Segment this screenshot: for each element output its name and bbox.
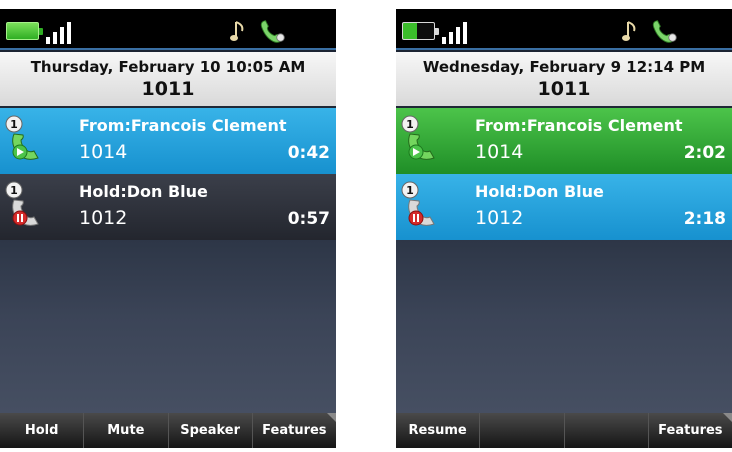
phone-screen-left: Thursday, February 10 10:05 AM 1011 1 Fr… (0, 9, 336, 448)
caller-number: 1012 (79, 207, 128, 229)
speaker-softkey[interactable]: Speaker (167, 413, 252, 448)
status-bar (396, 9, 732, 50)
date-header: Wednesday, February 9 12:14 PM 1011 (396, 52, 732, 106)
call-hold-icon: 1 (5, 181, 39, 226)
call-row-active[interactable]: 1 From:Francois Clement 1014 0:42 (0, 108, 336, 174)
caller-number: 1014 (475, 141, 524, 163)
date-time: Wednesday, February 9 12:14 PM (422, 58, 706, 76)
call-row-active[interactable]: 1 From:Francois Clement 1014 2:02 (396, 108, 732, 174)
battery-icon (402, 22, 439, 40)
phone-screen-right: Wednesday, February 9 12:14 PM 1011 1 Fr… (396, 9, 732, 448)
caller-title: From:Francois Clement (475, 116, 683, 135)
signal-icon (46, 20, 82, 44)
call-active-icon: 1 (5, 115, 39, 160)
line-extension: 1011 (141, 78, 195, 100)
call-duration: 2:18 (683, 209, 726, 229)
line-badge: 1 (10, 184, 18, 197)
signal-icon (442, 20, 478, 44)
call-active-icon: 1 (401, 115, 435, 160)
resume-softkey[interactable]: Resume (396, 413, 479, 448)
call-row-hold[interactable]: 1 Hold:Don Blue 1012 0:57 (0, 174, 336, 240)
caller-number: 1012 (475, 207, 524, 229)
call-duration: 0:57 (287, 209, 330, 229)
empty-softkey (479, 413, 563, 448)
caller-title: Hold:Don Blue (475, 182, 604, 201)
line-badge: 1 (10, 118, 18, 131)
handset-icon[interactable] (258, 17, 288, 45)
hold-softkey[interactable]: Hold (0, 413, 83, 448)
date-time: Thursday, February 10 10:05 AM (30, 58, 306, 76)
line-extension: 1011 (537, 78, 591, 100)
handset-icon[interactable] (650, 17, 680, 45)
mute-softkey[interactable]: Mute (83, 413, 167, 448)
call-row-hold[interactable]: 1 Hold:Don Blue 1012 2:18 (396, 174, 732, 240)
call-duration: 0:42 (287, 143, 330, 163)
empty-softkey (563, 413, 648, 448)
softkey-bar: Resume Features (396, 413, 732, 448)
line-badge: 1 (406, 184, 414, 197)
caller-title: From:Francois Clement (79, 116, 287, 135)
music-note-icon (622, 21, 636, 41)
call-duration: 2:02 (683, 143, 726, 163)
date-header: Thursday, February 10 10:05 AM 1011 (0, 52, 336, 106)
caller-title: Hold:Don Blue (79, 182, 208, 201)
features-softkey[interactable]: Features (251, 413, 336, 448)
status-bar (0, 9, 336, 50)
caller-number: 1014 (79, 141, 128, 163)
softkey-bar: Hold Mute Speaker Features (0, 413, 336, 448)
music-note-icon (230, 21, 244, 41)
features-softkey[interactable]: Features (647, 413, 732, 448)
battery-icon (6, 22, 43, 40)
call-hold-icon: 1 (401, 181, 435, 226)
line-badge: 1 (406, 118, 414, 131)
